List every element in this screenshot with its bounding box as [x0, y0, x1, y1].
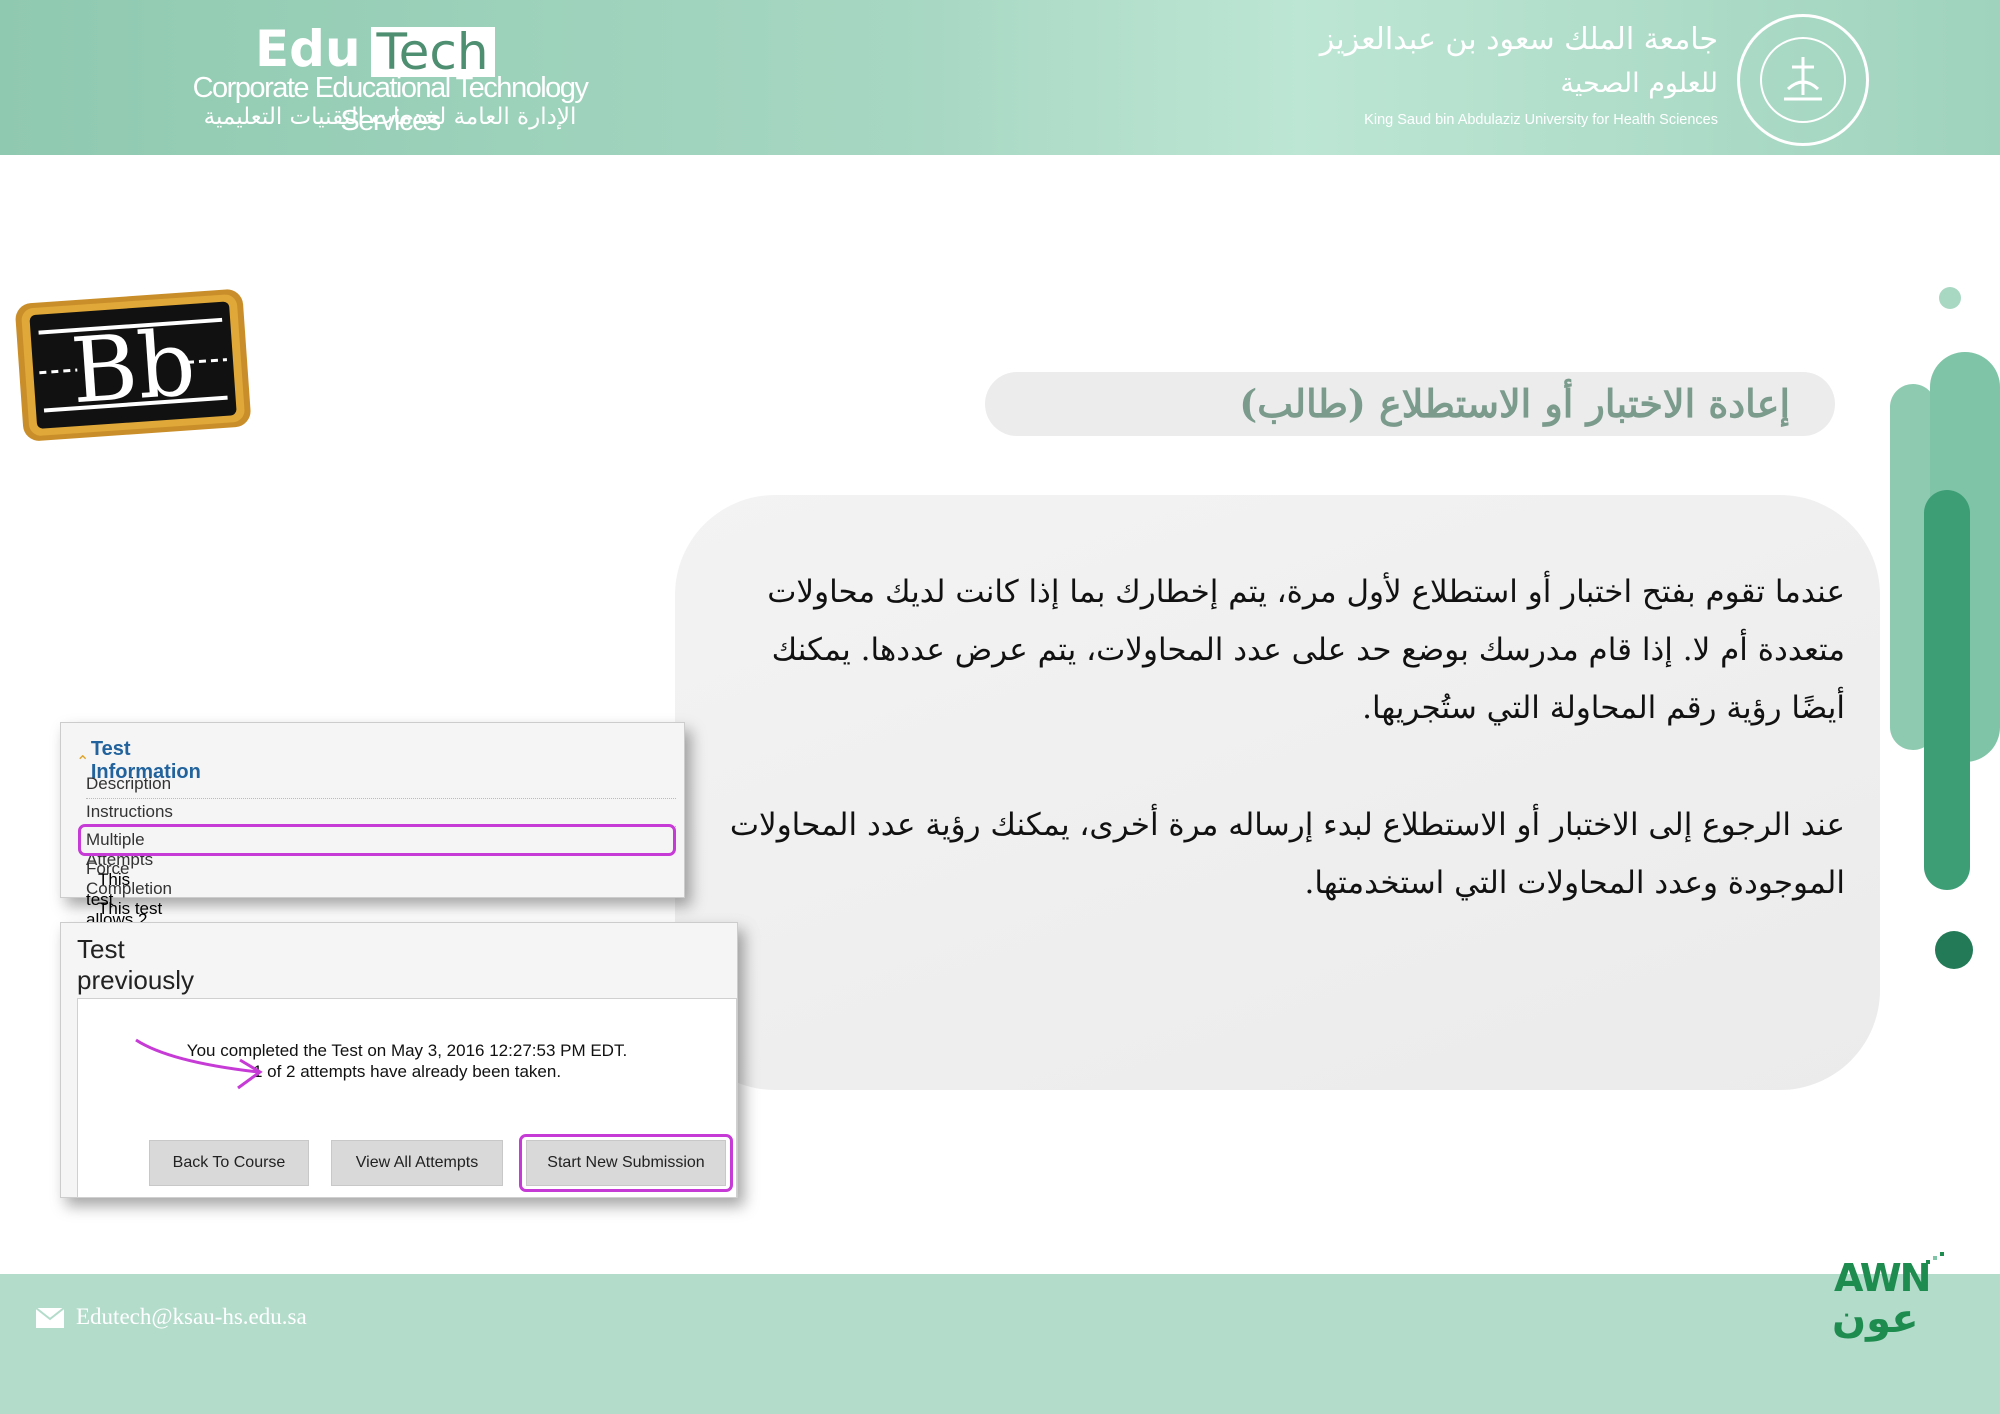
test-info-row-description: Description	[86, 774, 171, 794]
start-submission-highlight	[519, 1134, 733, 1192]
awn-dots-icon	[1926, 1252, 1944, 1264]
slide-title: إعادة الاختبار أو الاستطلاع (طالب)	[1239, 381, 1790, 426]
multiple-attempts-highlight	[78, 824, 676, 856]
paragraph-attempts-info: عندما تقوم بفتح اختبار أو استطلاع لأول م…	[767, 574, 1845, 726]
university-seal-icon	[1737, 14, 1869, 146]
university-name-arabic: جامعة الملك سعود بن عبدالعزيز	[1319, 22, 1718, 57]
contact-email[interactable]: Edutech@ksau-hs.edu.sa	[76, 1304, 307, 1330]
collapse-chevron-icon[interactable]: ⌃	[76, 752, 91, 771]
back-to-course-button[interactable]: Back To Course	[149, 1140, 309, 1186]
pointer-arrow-icon	[135, 1038, 263, 1090]
view-all-attempts-button[interactable]: View All Attempts	[331, 1140, 503, 1186]
paragraph-resubmit-info: عند الرجوع إلى الاختبار أو الاستطلاع لبد…	[729, 807, 1845, 901]
university-name-arabic-2: للعلوم الصحية	[1560, 68, 1718, 99]
decorative-pills-icon	[1890, 287, 2000, 969]
logo-tech-text: Tech	[370, 27, 495, 77]
blackboard-logo-icon: Bb	[15, 289, 251, 441]
test-info-row-instructions: Instructions	[86, 802, 173, 822]
awn-logo-latin: AWN	[1834, 1256, 1931, 1300]
row-label: Instructions	[86, 802, 173, 821]
footer-bar	[0, 1274, 2000, 1414]
blackboard-logo-text: Bb	[68, 311, 199, 424]
edutech-logo: Edu Tech	[255, 22, 495, 77]
logo-arabic-subtitle: الإدارة العامة لخدمات التقنيات التعليمية	[203, 104, 577, 130]
university-name-english: King Saud bin Abdulaziz University for H…	[1364, 112, 1718, 128]
row-divider	[86, 798, 676, 799]
row-label: Force Completion	[86, 859, 172, 898]
awn-logo-arabic: عون	[1832, 1296, 1919, 1342]
logo-edu-text: Edu	[255, 20, 361, 78]
mail-icon	[36, 1308, 64, 1328]
row-label: Description	[86, 774, 172, 793]
